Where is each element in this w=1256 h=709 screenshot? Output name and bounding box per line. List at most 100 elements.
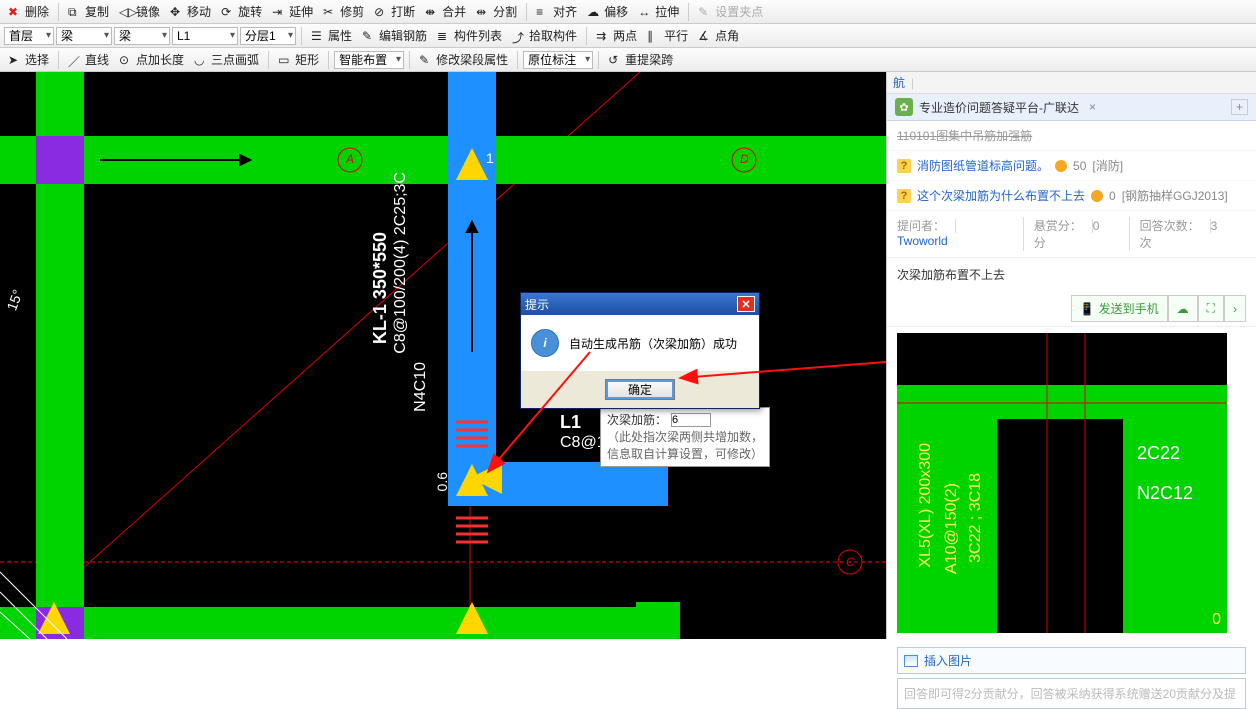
more-button[interactable]: › xyxy=(1224,295,1246,322)
parallel-button[interactable]: ∥平行 xyxy=(643,26,692,45)
pencil-icon: ✎ xyxy=(698,5,712,19)
dialog-msg: 自动生成吊筋（次梁加筋）成功 xyxy=(569,335,737,352)
merge-button[interactable]: ⇼合并 xyxy=(421,2,470,21)
picture-icon xyxy=(904,655,918,667)
beam-label: KL-1 350*550 xyxy=(370,232,391,344)
o6-label: 0.6 xyxy=(434,472,450,491)
move-icon: ✥ xyxy=(170,5,184,19)
break-button[interactable]: ⊘打断 xyxy=(370,2,419,21)
break-icon: ⊘ xyxy=(374,5,388,19)
rebeam-button[interactable]: ↺重提梁跨 xyxy=(604,50,677,69)
tip-input[interactable] xyxy=(671,413,711,427)
close-tab-icon[interactable]: × xyxy=(1085,100,1100,114)
cloud-icon: ☁ xyxy=(1177,302,1189,316)
n4-label: N4C10 xyxy=(412,362,430,412)
coin-icon xyxy=(1091,190,1103,202)
trim-icon: ✂ xyxy=(323,5,337,19)
axis-a: A xyxy=(346,152,354,166)
expand-icon: ⛶ xyxy=(1207,301,1215,316)
phone-icon: 📱 xyxy=(1080,302,1095,316)
props-icon: ☰ xyxy=(311,29,325,43)
arc-icon: ◡ xyxy=(194,53,208,67)
line-icon: ／ xyxy=(68,53,82,67)
component-dropdown[interactable]: L1 xyxy=(172,27,238,45)
mirror-button[interactable]: ◁▷镜像 xyxy=(115,2,164,21)
copy-button[interactable]: ⧉复制 xyxy=(64,2,113,21)
line-button[interactable]: ／直线 xyxy=(64,50,113,69)
props-button[interactable]: ☰属性 xyxy=(307,26,356,45)
offset-button[interactable]: ☁偏移 xyxy=(583,2,632,21)
insert-image-button[interactable]: 插入图片 xyxy=(897,647,1246,674)
pick-button[interactable]: ⤴拾取构件 xyxy=(508,26,581,45)
merge-icon: ⇼ xyxy=(425,5,439,19)
nav-label[interactable]: 航 xyxy=(893,74,905,91)
question-row-1[interactable]: ? 消防图纸管道标高问题。 50 [消防] xyxy=(887,151,1256,181)
refresh-icon: ↺ xyxy=(608,53,622,67)
select-button[interactable]: ➤选择 xyxy=(4,50,53,69)
tab-title: 专业造价问题答疑平台-广联达 xyxy=(919,99,1079,116)
rotate-button[interactable]: ⟳旋转 xyxy=(217,2,266,21)
threept-button[interactable]: ◡三点画弧 xyxy=(190,50,263,69)
rotate-icon: ⟳ xyxy=(221,5,235,19)
question-row-strike[interactable]: 110101图集中吊筋加强筋 xyxy=(887,121,1256,151)
tip-note: （此处指次梁两侧共增加数，信息取自计算设置，可修改） xyxy=(607,429,763,463)
question-row-2[interactable]: ? 这个次梁加筋为什么布置不上去 0 [钢筋抽样GGJ2013] xyxy=(887,181,1256,211)
trim-button[interactable]: ✂修剪 xyxy=(319,2,368,21)
toolbar-edit: ✖删除 ⧉复制 ◁▷镜像 ✥移动 ⟳旋转 ⇥延伸 ✂修剪 ⊘打断 ⇼合并 ⇹分割… xyxy=(0,0,1256,24)
extend-button[interactable]: ⇥延伸 xyxy=(268,2,317,21)
dot-icon: ⊙ xyxy=(119,53,133,67)
cloud-button[interactable]: ☁ xyxy=(1168,295,1198,322)
coin-icon xyxy=(1055,160,1067,172)
send-phone-button[interactable]: 📱发送到手机 xyxy=(1071,295,1168,322)
new-tab-icon[interactable]: + xyxy=(1231,99,1248,115)
tip-label: 次梁加筋： xyxy=(607,412,667,429)
rect-button[interactable]: ▭矩形 xyxy=(274,50,323,69)
stirrup-label: C8@100/200(4) 2C25;3C xyxy=(392,172,410,354)
componentlist-button[interactable]: ≣构件列表 xyxy=(433,26,506,45)
toolbar-context: 首层 梁 梁 L1 分层1 ☰属性 ✎编辑钢筋 ≣构件列表 ⤴拾取构件 ⇉两点 … xyxy=(0,24,1256,48)
smart-dropdown[interactable]: 智能布置 xyxy=(334,51,404,69)
move-button[interactable]: ✥移动 xyxy=(166,2,215,21)
question-link-2[interactable]: 这个次梁加筋为什么布置不上去 xyxy=(917,187,1085,204)
align-button[interactable]: ≡对齐 xyxy=(532,2,581,21)
delete-button[interactable]: ✖删除 xyxy=(4,2,53,21)
dialog-title: 提示 xyxy=(525,296,549,313)
copy-icon: ⧉ xyxy=(68,5,82,19)
thumb-xl: XL5(XL) 200x300 xyxy=(917,443,935,568)
setgrip-button: ✎设置夹点 xyxy=(694,2,767,21)
axis-d: D xyxy=(740,152,749,166)
sublayer-dropdown[interactable]: 分层1 xyxy=(240,27,296,45)
thumb-r2: N2C12 xyxy=(1137,483,1193,504)
origin-dropdown[interactable]: 原位标注 xyxy=(523,51,593,69)
thumb-c3: 3C22 ; 3C18 xyxy=(967,473,985,563)
axis-c: C xyxy=(846,555,855,569)
list-icon: ≣ xyxy=(437,29,451,43)
twopoint-button[interactable]: ⇉两点 xyxy=(592,26,641,45)
pencil-icon: ✎ xyxy=(362,29,376,43)
layer-dropdown[interactable]: 首层 xyxy=(4,27,54,45)
thumb-zero: 0 xyxy=(1212,611,1221,629)
answer-textarea[interactable]: 回答即可得2分贡献分，回答被采纳获得系统赠送20贡献分及提 xyxy=(897,678,1246,709)
eyedrop-icon: ⤴ xyxy=(512,29,526,43)
thumb-r1: 2C22 xyxy=(1137,443,1180,464)
dialog-titlebar[interactable]: 提示 ✕ xyxy=(521,293,759,315)
expand-button[interactable]: ⛶ xyxy=(1198,295,1224,322)
type-dropdown[interactable]: 梁 xyxy=(114,27,170,45)
category-dropdown[interactable]: 梁 xyxy=(56,27,112,45)
drawing-canvas[interactable]: KL-1 350*550 C8@100/200(4) 2C25;3C N4C10… xyxy=(0,72,886,639)
question-link-1[interactable]: 消防图纸管道标高问题。 xyxy=(917,157,1049,174)
editrebar-button[interactable]: ✎编辑钢筋 xyxy=(358,26,431,45)
modifyattr-button[interactable]: ✎修改梁段属性 xyxy=(415,50,512,69)
question-icon: ? xyxy=(897,189,911,203)
split-button[interactable]: ⇹分割 xyxy=(472,2,521,21)
toolbar-draw: ➤选择 ／直线 ⊙点加长度 ◡三点画弧 ▭矩形 智能布置 ✎修改梁段属性 原位标… xyxy=(0,48,1256,72)
pointangle-button[interactable]: ∡点角 xyxy=(694,26,743,45)
browser-tab[interactable]: ✿ 专业造价问题答疑平台-广联达 × + xyxy=(887,94,1256,121)
pointlen-button[interactable]: ⊙点加长度 xyxy=(115,50,188,69)
align-icon: ≡ xyxy=(536,5,550,19)
ok-button[interactable]: 确定 xyxy=(605,379,675,400)
attachment-thumb[interactable]: XL5(XL) 200x300 A10@150(2) 3C22 ; 3C18 2… xyxy=(887,327,1256,639)
close-icon[interactable]: ✕ xyxy=(737,296,755,312)
stretch-button[interactable]: ↔拉伸 xyxy=(634,2,683,21)
secondary-beam-tip: 次梁加筋： （此处指次梁两侧共增加数，信息取自计算设置，可修改） xyxy=(600,407,770,467)
